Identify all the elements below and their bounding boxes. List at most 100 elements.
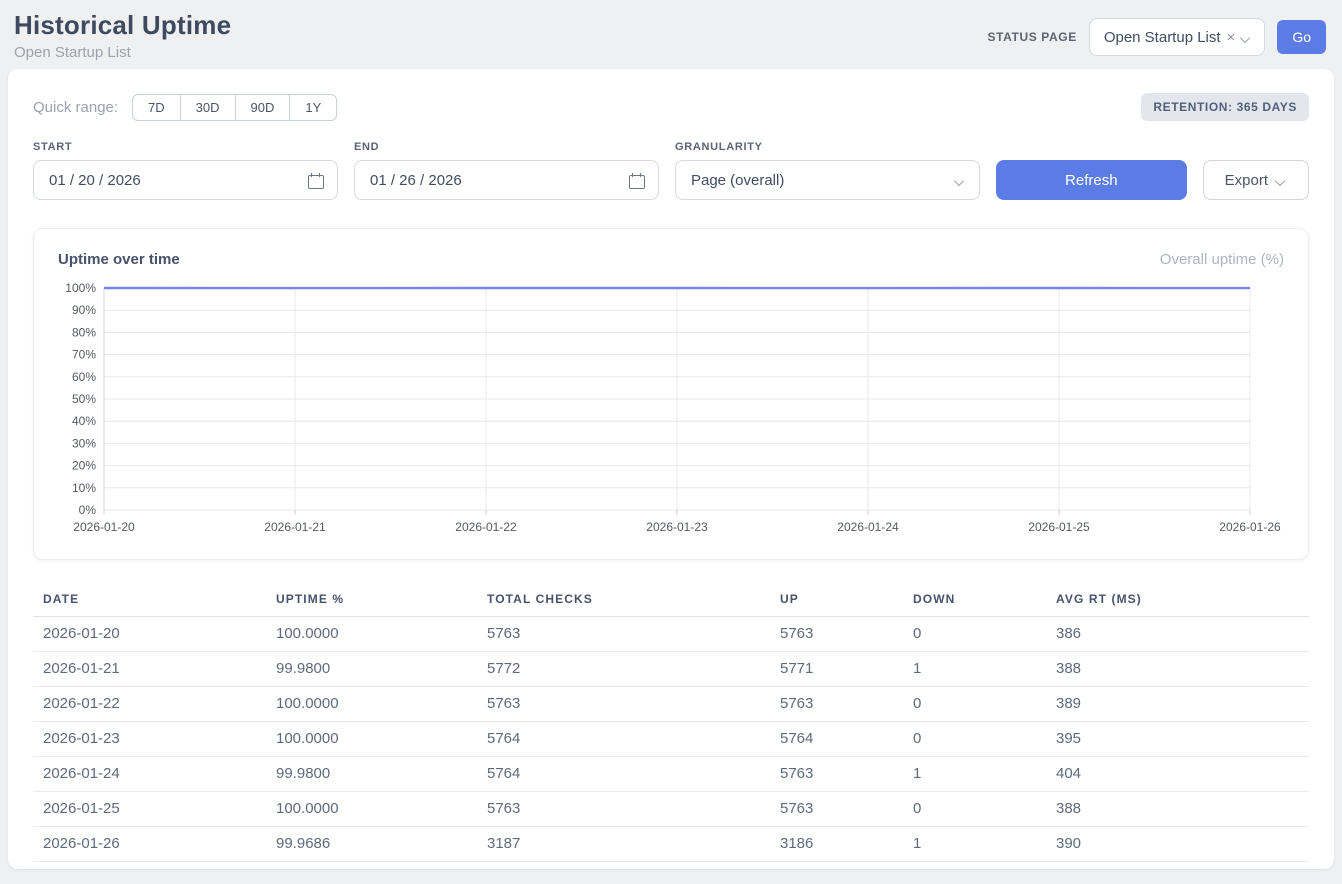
svg-text:2026-01-20: 2026-01-20 bbox=[73, 520, 135, 534]
svg-text:60%: 60% bbox=[72, 370, 96, 384]
title-block: Historical Uptime Open Startup List bbox=[14, 10, 231, 61]
quick-range-button-90d[interactable]: 90D bbox=[235, 94, 291, 121]
table-cell: 0 bbox=[913, 617, 1056, 652]
end-label: END bbox=[354, 141, 659, 153]
start-date-input[interactable]: 01 / 20 / 2026 bbox=[33, 160, 338, 200]
table-header: DATEUPTIME %TOTAL CHECKSUPDOWNAVG RT (MS… bbox=[33, 584, 1309, 617]
table-cell: 5764 bbox=[487, 722, 780, 757]
column-header: DATE bbox=[33, 584, 276, 617]
end-date-value: 01 / 26 / 2026 bbox=[370, 172, 462, 189]
chart-area: 0%10%20%30%40%50%60%70%80%90%100%2026-01… bbox=[58, 282, 1284, 545]
table-cell: 2026-01-24 bbox=[33, 757, 276, 792]
column-header: TOTAL CHECKS bbox=[487, 584, 780, 617]
quick-range-group: 7D 30D 90D 1Y bbox=[132, 94, 337, 121]
clear-icon[interactable]: × bbox=[1227, 30, 1236, 45]
chevron-down-icon bbox=[1241, 34, 1252, 41]
table-row: 2026-01-2199.9800577257711388 bbox=[33, 652, 1309, 687]
quick-range-label: Quick range: bbox=[33, 99, 118, 116]
svg-text:2026-01-24: 2026-01-24 bbox=[837, 520, 899, 534]
granularity-select[interactable]: Page (overall) bbox=[675, 160, 980, 200]
table-cell: 2026-01-23 bbox=[33, 722, 276, 757]
column-header: DOWN bbox=[913, 584, 1056, 617]
status-page-label: STATUS PAGE bbox=[988, 30, 1077, 44]
svg-text:40%: 40% bbox=[72, 414, 96, 428]
table-cell: 2026-01-20 bbox=[33, 617, 276, 652]
end-date-input[interactable]: 01 / 26 / 2026 bbox=[354, 160, 659, 200]
main-card: Quick range: 7D 30D 90D 1Y RETENTION: 36… bbox=[8, 69, 1334, 869]
svg-text:2026-01-26: 2026-01-26 bbox=[1219, 520, 1281, 534]
table-cell: 389 bbox=[1056, 687, 1309, 722]
table-cell: 99.9686 bbox=[276, 827, 487, 862]
column-header: AVG RT (MS) bbox=[1056, 584, 1309, 617]
table-cell: 3187 bbox=[487, 827, 780, 862]
header-controls: STATUS PAGE Open Startup List × Go bbox=[988, 18, 1326, 56]
retention-badge: RETENTION: 365 DAYS bbox=[1141, 93, 1309, 121]
start-date-value: 01 / 20 / 2026 bbox=[49, 172, 141, 189]
table-cell: 3186 bbox=[780, 827, 913, 862]
table-cell: 5763 bbox=[780, 757, 913, 792]
quick-range-button-1y[interactable]: 1Y bbox=[289, 94, 337, 121]
table-row: 2026-01-20100.0000576357630386 bbox=[33, 617, 1309, 652]
top-header: Historical Uptime Open Startup List STAT… bbox=[0, 0, 1342, 69]
filters-row: START 01 / 20 / 2026 END 01 / 26 / 2026 … bbox=[33, 141, 1309, 200]
page-title: Historical Uptime bbox=[14, 10, 231, 41]
svg-text:2026-01-23: 2026-01-23 bbox=[646, 520, 708, 534]
table-cell: 5763 bbox=[487, 617, 780, 652]
table-cell: 100.0000 bbox=[276, 617, 487, 652]
export-button[interactable]: Export bbox=[1203, 160, 1309, 200]
table-cell: 100.0000 bbox=[276, 722, 487, 757]
export-button-label: Export bbox=[1225, 172, 1268, 189]
granularity-selected-value: Page (overall) bbox=[691, 172, 784, 189]
table-cell: 5763 bbox=[780, 687, 913, 722]
svg-text:10%: 10% bbox=[72, 481, 96, 495]
table-row: 2026-01-23100.0000576457640395 bbox=[33, 722, 1309, 757]
table-cell: 5772 bbox=[487, 652, 780, 687]
table-cell: 99.9800 bbox=[276, 757, 487, 792]
table-cell: 390 bbox=[1056, 827, 1309, 862]
chart-title: Uptime over time bbox=[58, 251, 180, 268]
quick-range-button-30d[interactable]: 30D bbox=[180, 94, 236, 121]
table-row: 2026-01-25100.0000576357630388 bbox=[33, 792, 1309, 827]
table-cell: 1 bbox=[913, 757, 1056, 792]
table-cell: 2026-01-25 bbox=[33, 792, 276, 827]
go-button[interactable]: Go bbox=[1277, 20, 1326, 54]
table-cell: 5763 bbox=[487, 687, 780, 722]
quick-range-button-7d[interactable]: 7D bbox=[132, 94, 181, 121]
chevron-down-icon bbox=[1276, 177, 1287, 184]
table-body: 2026-01-20100.00005763576303862026-01-21… bbox=[33, 617, 1309, 862]
table-cell: 2026-01-21 bbox=[33, 652, 276, 687]
table-cell: 5763 bbox=[487, 792, 780, 827]
table-cell: 5763 bbox=[780, 792, 913, 827]
svg-text:2026-01-25: 2026-01-25 bbox=[1028, 520, 1090, 534]
table-header-row: DATEUPTIME %TOTAL CHECKSUPDOWNAVG RT (MS… bbox=[33, 584, 1309, 617]
calendar-icon[interactable] bbox=[308, 173, 324, 188]
table-cell: 404 bbox=[1056, 757, 1309, 792]
chart-legend-label: Overall uptime (%) bbox=[1160, 251, 1284, 268]
chart-card: Uptime over time Overall uptime (%) 0%10… bbox=[33, 228, 1309, 560]
table-cell: 388 bbox=[1056, 792, 1309, 827]
table-cell: 2026-01-26 bbox=[33, 827, 276, 862]
svg-text:70%: 70% bbox=[72, 348, 96, 362]
svg-text:50%: 50% bbox=[72, 392, 96, 406]
table-cell: 5764 bbox=[780, 722, 913, 757]
column-header: UPTIME % bbox=[276, 584, 487, 617]
status-page-select[interactable]: Open Startup List × bbox=[1089, 18, 1266, 56]
table-cell: 5771 bbox=[780, 652, 913, 687]
table-cell: 1 bbox=[913, 652, 1056, 687]
svg-text:90%: 90% bbox=[72, 303, 96, 317]
refresh-button[interactable]: Refresh bbox=[996, 160, 1187, 200]
svg-text:2026-01-21: 2026-01-21 bbox=[264, 520, 326, 534]
column-header: UP bbox=[780, 584, 913, 617]
table-cell: 100.0000 bbox=[276, 687, 487, 722]
start-label: START bbox=[33, 141, 338, 153]
status-page-selected-value: Open Startup List bbox=[1104, 29, 1221, 46]
page-subtitle: Open Startup List bbox=[14, 44, 231, 61]
table-cell: 0 bbox=[913, 792, 1056, 827]
calendar-icon[interactable] bbox=[629, 173, 645, 188]
table-cell: 0 bbox=[913, 722, 1056, 757]
table-cell: 2026-01-22 bbox=[33, 687, 276, 722]
svg-text:20%: 20% bbox=[72, 459, 96, 473]
table-cell: 99.9800 bbox=[276, 652, 487, 687]
svg-text:2026-01-22: 2026-01-22 bbox=[455, 520, 517, 534]
uptime-table: DATEUPTIME %TOTAL CHECKSUPDOWNAVG RT (MS… bbox=[33, 584, 1309, 862]
